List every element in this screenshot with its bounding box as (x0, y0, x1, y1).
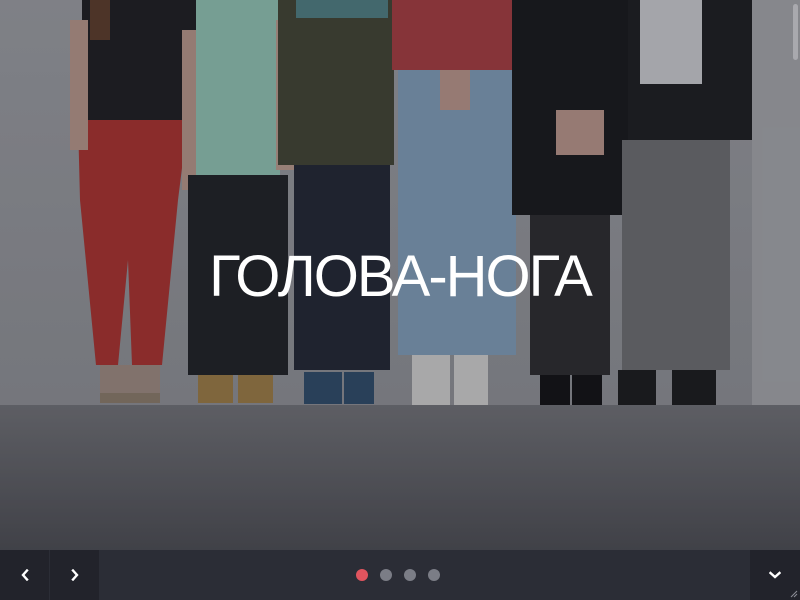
pagination-dot-2[interactable] (380, 569, 392, 581)
chevron-left-icon (20, 569, 29, 581)
scrollbar-thumb[interactable] (793, 4, 798, 60)
slideshow-stage: ГОЛОВА-НОГА (0, 0, 800, 600)
pagination-dot-1[interactable] (356, 569, 368, 581)
next-slide-button[interactable] (50, 550, 99, 600)
pagination-dot-4[interactable] (428, 569, 440, 581)
slideshow-controls-bar (0, 550, 800, 600)
pagination-dot-3[interactable] (404, 569, 416, 581)
chevron-right-icon (70, 569, 79, 581)
previous-slide-button[interactable] (0, 550, 49, 600)
slide-title: ГОЛОВА-НОГА (209, 244, 593, 309)
page-scrollbar[interactable] (790, 0, 800, 550)
scroll-down-button[interactable] (750, 550, 800, 600)
chevron-down-icon (769, 571, 781, 579)
resize-grip-icon (790, 590, 798, 598)
slide-pagination (356, 569, 440, 581)
